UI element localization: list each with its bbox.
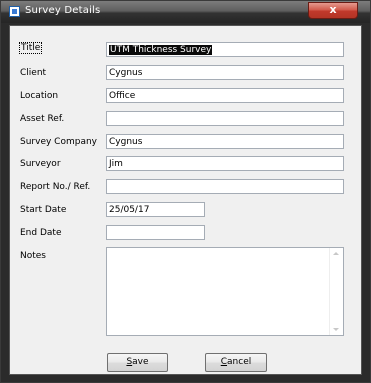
title-field[interactable]: UTM Thickness Survey <box>106 42 344 57</box>
close-button[interactable]: x <box>308 2 358 19</box>
client-field[interactable]: Cygnus <box>106 65 344 80</box>
scroll-down-arrow-icon[interactable] <box>333 328 339 331</box>
start-date-field[interactable]: 25/05/17 <box>106 202 205 217</box>
surveyor-label: Surveyor <box>20 159 61 169</box>
location-field[interactable]: Office <box>106 88 344 103</box>
scroll-up-arrow-icon[interactable] <box>333 252 339 255</box>
report-no-label: Report No./ Ref. <box>20 182 91 192</box>
survey-company-field[interactable]: Cygnus <box>106 134 344 149</box>
start-date-label: Start Date <box>20 205 67 215</box>
survey-details-dialog: Survey Details x Title Client Location A… <box>0 0 371 383</box>
end-date-field[interactable] <box>106 225 205 240</box>
app-icon <box>9 6 20 17</box>
client-label: Client <box>20 68 47 78</box>
notes-label: Notes <box>20 251 46 261</box>
close-icon: x <box>329 3 337 16</box>
notes-scrollbar[interactable] <box>329 248 343 335</box>
asset-ref-label: Asset Ref. <box>20 114 65 124</box>
window-title: Survey Details <box>25 5 101 16</box>
end-date-label: End Date <box>20 228 62 238</box>
cancel-button-label: ancel <box>227 357 252 367</box>
title-field-value: UTM Thickness Survey <box>109 45 213 55</box>
notes-textarea[interactable] <box>106 247 344 336</box>
title-label: Title <box>18 42 43 54</box>
title-bar[interactable]: Survey Details x <box>1 1 370 23</box>
report-no-field[interactable] <box>106 179 344 194</box>
save-button[interactable]: Save <box>107 353 168 372</box>
save-button-label: ave <box>132 357 149 367</box>
cancel-button[interactable]: Cancel <box>205 353 267 372</box>
asset-ref-field[interactable] <box>106 111 344 126</box>
location-label: Location <box>20 91 59 101</box>
survey-company-label: Survey Company <box>20 137 97 147</box>
surveyor-field[interactable]: Jim <box>106 156 344 171</box>
